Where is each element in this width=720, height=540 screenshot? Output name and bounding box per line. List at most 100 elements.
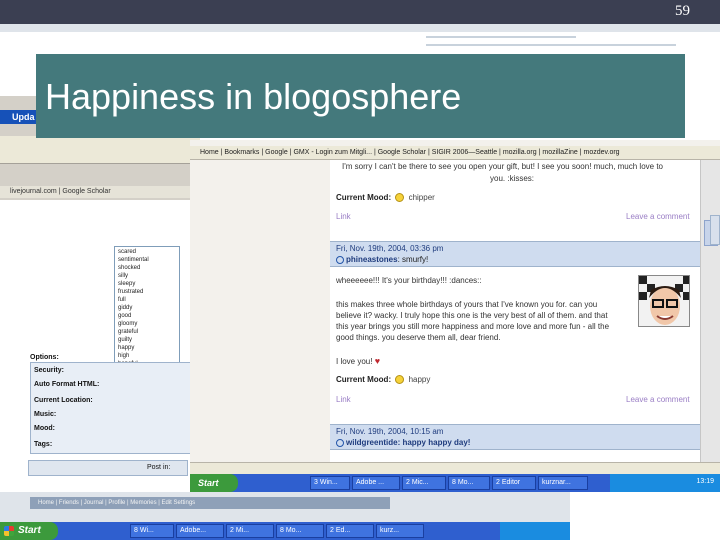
entry2-comment-link[interactable]: Leave a comment <box>626 395 690 404</box>
mood-option[interactable]: frustrated <box>118 288 176 296</box>
mood-option[interactable]: happy <box>118 344 176 352</box>
slide-number: 59 <box>675 3 690 19</box>
system-tray: 13:19 <box>610 474 720 492</box>
window-toolbar[interactable] <box>0 136 200 164</box>
taskbar-button[interactable]: Adobe ... <box>352 476 400 490</box>
heart-icon: ♥ <box>374 356 381 366</box>
tags-label: Tags: <box>34 441 53 448</box>
bookmark-link[interactable]: mozilla.org <box>503 149 537 156</box>
taskbar-button[interactable]: 2 Mic... <box>402 476 446 490</box>
entry3-date: Fri, Nov. 19th, 2004, 10:15 am <box>336 427 444 436</box>
music-label: Music: <box>34 411 57 418</box>
auto-format-label: Auto Format HTML: <box>34 381 100 388</box>
entry2-text-line: wheeeeee!!! It's your birthday!!! :dance… <box>336 276 482 285</box>
entry3-username[interactable]: wildgreentide <box>346 438 398 447</box>
current-location-label: Current Location: <box>34 397 93 404</box>
inner-start-button[interactable]: Start <box>190 474 238 492</box>
mood-option[interactable]: scared <box>118 248 176 256</box>
mood-option[interactable]: full <box>118 296 176 304</box>
start-button[interactable]: Start <box>0 522 58 540</box>
entry1-text-line: I'm sorry I can't be there to see you op… <box>342 162 663 171</box>
taskbar-button[interactable]: 8 Mo... <box>448 476 490 490</box>
bookmark-link[interactable]: Google Scholar <box>378 149 426 156</box>
entry2-mood: Current Mood: happy <box>336 375 431 385</box>
entry3-user: wildgreentide: happy happy day! <box>336 438 470 447</box>
smiley-icon <box>395 375 405 385</box>
status-bar <box>190 462 720 474</box>
taskbar-button[interactable]: 2 Ed... <box>326 524 374 538</box>
mood-option[interactable]: guilty <box>118 336 176 344</box>
taskbar-button[interactable]: 3 Win... <box>310 476 350 490</box>
entry2-header: Fri, Nov. 19th, 2004, 03:36 pm phineasto… <box>330 241 700 267</box>
entry1-comment-link[interactable]: Leave a comment <box>626 212 690 221</box>
scrollbar[interactable] <box>700 160 720 470</box>
mood-option[interactable]: good <box>118 312 176 320</box>
window-edge <box>710 215 720 245</box>
entry1-mood: Current Mood: chipper <box>336 193 435 203</box>
start-label: Start <box>18 525 41 536</box>
decorative-line <box>426 44 676 46</box>
options-heading: Options: <box>30 354 59 361</box>
system-tray <box>500 522 570 540</box>
bookmark-link[interactable]: SIGIR 2006—Seattle <box>432 149 497 156</box>
taskbar-button[interactable]: 8 Mo... <box>276 524 324 538</box>
entry2-text-line: this year brings you still more happines… <box>336 322 610 331</box>
mood-option[interactable]: high <box>118 352 176 360</box>
title-bar: Happiness in blogosphere <box>36 54 685 138</box>
inner-taskbar: Start 3 Win... Adobe ... 2 Mic... 8 Mo..… <box>190 474 720 492</box>
mood-option[interactable]: sentimental <box>118 256 176 264</box>
mood-value: chipper <box>408 193 435 202</box>
entry2-text-line: this makes three whole birthdays of your… <box>336 300 598 309</box>
bookmark-link[interactable]: mozdev.org <box>584 149 620 156</box>
smiley-icon <box>395 193 405 203</box>
bookmark-link[interactable]: Bookmarks <box>224 149 259 156</box>
user-icon <box>336 438 344 447</box>
post-bar: Post in: <box>28 460 188 476</box>
bookmark-link[interactable]: mozillaZine <box>542 149 577 156</box>
mood-value: happy <box>408 375 431 384</box>
bookmark-link[interactable]: Google <box>265 149 288 156</box>
slide: 59 Upda livejournal.com | Google Scholar… <box>0 0 720 540</box>
avatar <box>638 275 690 327</box>
taskbar-button[interactable]: 2 Mi... <box>226 524 274 538</box>
mood-label: Current Mood: <box>336 193 392 202</box>
mood-option[interactable]: shocked <box>118 264 176 272</box>
entry2-text-line: believe it? wacky. I truly hope this one… <box>336 311 608 320</box>
taskbar-button[interactable]: Adobe... <box>176 524 224 538</box>
mood-option[interactable]: sleepy <box>118 280 176 288</box>
entry2-text-line: good things. you deserve them all, dear … <box>336 333 501 342</box>
mood-option[interactable]: silly <box>118 272 176 280</box>
bookmark-link[interactable]: GMX - Login zum Mitgli... <box>293 149 372 156</box>
mood-option[interactable]: grateful <box>118 328 176 336</box>
entry2-link[interactable]: Link <box>336 395 351 404</box>
entry2-username[interactable]: phineastones <box>346 255 398 264</box>
entry3-subject: : happy happy day! <box>397 438 471 447</box>
mood-label: Current Mood: <box>336 375 392 384</box>
avatar-image <box>639 276 689 326</box>
taskbar-button[interactable]: 2 Editor <box>492 476 536 490</box>
entry3-header: Fri, Nov. 19th, 2004, 10:15 am wildgreen… <box>330 424 700 450</box>
window-tabs[interactable]: livejournal.com | Google Scholar <box>0 186 200 198</box>
entry1-link[interactable]: Link <box>336 212 351 221</box>
entry1-text-line: you. :kisses: <box>490 174 535 183</box>
security-label: Security: <box>34 367 64 374</box>
mood-option[interactable]: giddy <box>118 304 176 312</box>
windows-flag-icon <box>4 526 14 536</box>
slide-title: Happiness in blogosphere <box>45 76 462 117</box>
entry2-text-line: I love you! ♥ <box>336 356 380 366</box>
journal-nav-bar[interactable]: Home | Friends | Journal | Profile | Mem… <box>30 497 390 509</box>
mood-option[interactable]: gloomy <box>118 320 176 328</box>
entry2-user: phineastones: smurfy! <box>336 255 428 264</box>
top-band: 59 <box>0 0 720 24</box>
top-band-light <box>0 24 720 32</box>
bookmarks-toolbar: Home | Bookmarks | Google | GMX - Login … <box>190 146 720 160</box>
decorative-line <box>426 36 576 38</box>
post-in-label[interactable]: Post in: <box>147 464 170 471</box>
taskbar-button[interactable]: kurz... <box>376 524 424 538</box>
taskbar-button[interactable]: kurznar... <box>538 476 588 490</box>
entry2-subject: : smurfy! <box>397 255 429 264</box>
taskbar-button[interactable]: 8 Wi... <box>130 524 174 538</box>
options-panel: Security: Auto Format HTML: Current Loca… <box>30 362 192 454</box>
bookmark-link[interactable]: Home <box>200 149 219 156</box>
entry2-date: Fri, Nov. 19th, 2004, 03:36 pm <box>336 244 444 253</box>
